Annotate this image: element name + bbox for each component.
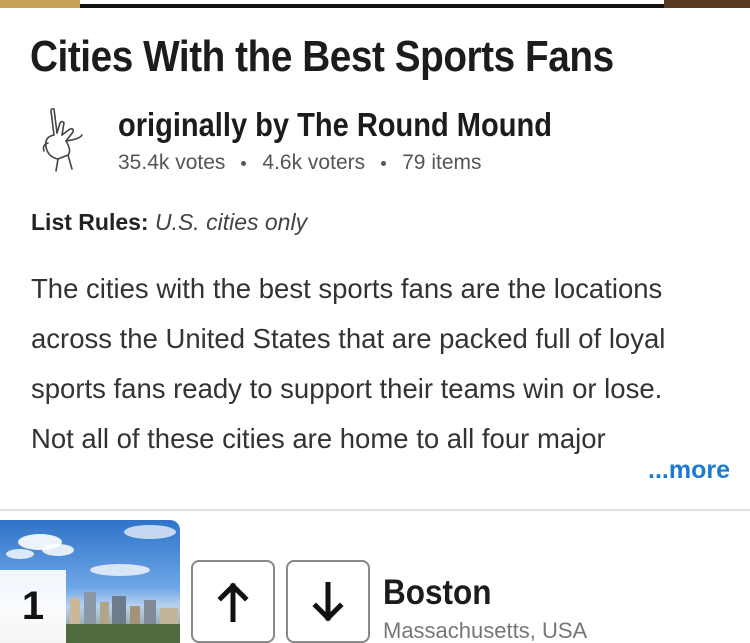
hand-sign-icon[interactable] [36,105,90,173]
description-line: Not all of these cities are home to all … [31,423,606,454]
more-link[interactable]: ...more [648,456,730,485]
author-line[interactable]: originally by The Round Mound [118,106,552,144]
list-title: Cities With the Best Sports Fans [30,32,614,81]
arrow-down-icon [312,581,344,622]
separator-dot [381,160,387,166]
separator-dot [241,160,247,166]
arrow-up-icon [217,581,249,622]
downvote-button[interactable] [286,560,370,643]
upvote-button[interactable] [191,560,275,643]
list-description: The cities with the best sports fans are… [31,264,731,464]
section-divider [0,509,750,511]
top-image-left [0,0,80,8]
top-image-right [664,0,750,8]
top-image-middle [80,0,664,8]
list-stats: 35.4k votes 4.6k voters 79 items [118,151,482,175]
item-name[interactable]: Boston [383,573,491,613]
voters-count: 4.6k voters [262,151,366,174]
top-image-strip [0,0,750,8]
description-line: The cities with the best sports fans are… [31,273,663,304]
list-rules: List Rules: U.S. cities only [31,209,307,236]
items-count: 79 items [402,151,482,174]
votes-count: 35.4k votes [118,151,226,174]
list-rules-value: U.S. cities only [154,209,308,235]
list-rules-label: List Rules: [31,209,149,235]
item-subtitle: Massachusetts, USA [383,618,588,643]
description-line: sports fans ready to support their teams… [31,373,663,404]
rank-badge: 1 [0,570,66,643]
description-line: across the United States that are packed… [31,323,666,354]
